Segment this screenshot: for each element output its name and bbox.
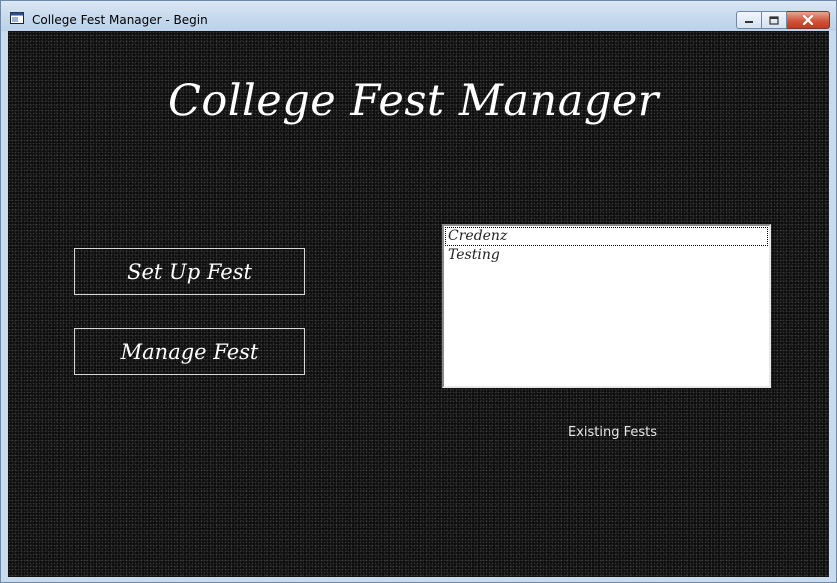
list-item[interactable]: Credenz (445, 227, 768, 246)
form-client-area: College Fest Manager Set Up Fest Manage … (8, 31, 829, 577)
maximize-button[interactable] (762, 11, 787, 29)
maximize-icon (769, 15, 779, 25)
app-window-icon[interactable] (10, 12, 24, 24)
minimize-button[interactable] (736, 11, 762, 29)
title-bar[interactable]: College Fest Manager - Begin (1, 1, 836, 31)
list-item[interactable]: Testing (445, 246, 768, 265)
set-up-fest-button[interactable]: Set Up Fest (74, 248, 305, 295)
close-icon (802, 15, 814, 25)
existing-fests-listbox[interactable]: Credenz Testing (442, 224, 771, 388)
caption-buttons (736, 11, 830, 29)
existing-fests-label: Existing Fests (568, 425, 658, 440)
minimize-icon (745, 21, 753, 23)
close-button[interactable] (787, 11, 830, 29)
app-window: College Fest Manager - Begin College Fes… (0, 0, 837, 583)
window-title: College Fest Manager - Begin (32, 13, 208, 27)
app-heading: College Fest Manager (168, 76, 659, 126)
manage-fest-button[interactable]: Manage Fest (74, 328, 305, 375)
